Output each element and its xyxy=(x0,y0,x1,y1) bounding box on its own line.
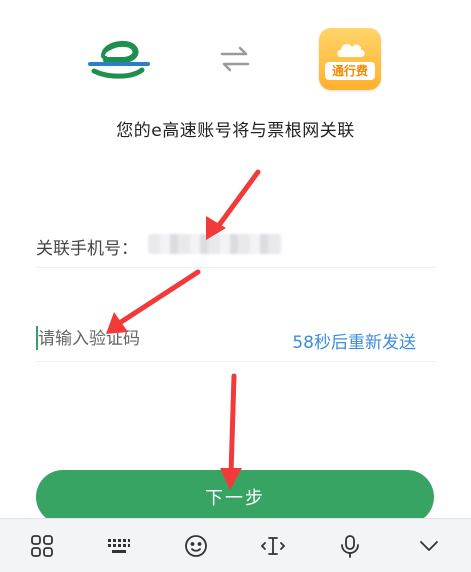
arrow-to-code-input xyxy=(106,269,201,334)
arrow-to-next-button xyxy=(220,373,242,490)
annotation-arrows xyxy=(106,169,261,490)
arrow-to-phone xyxy=(206,169,261,240)
